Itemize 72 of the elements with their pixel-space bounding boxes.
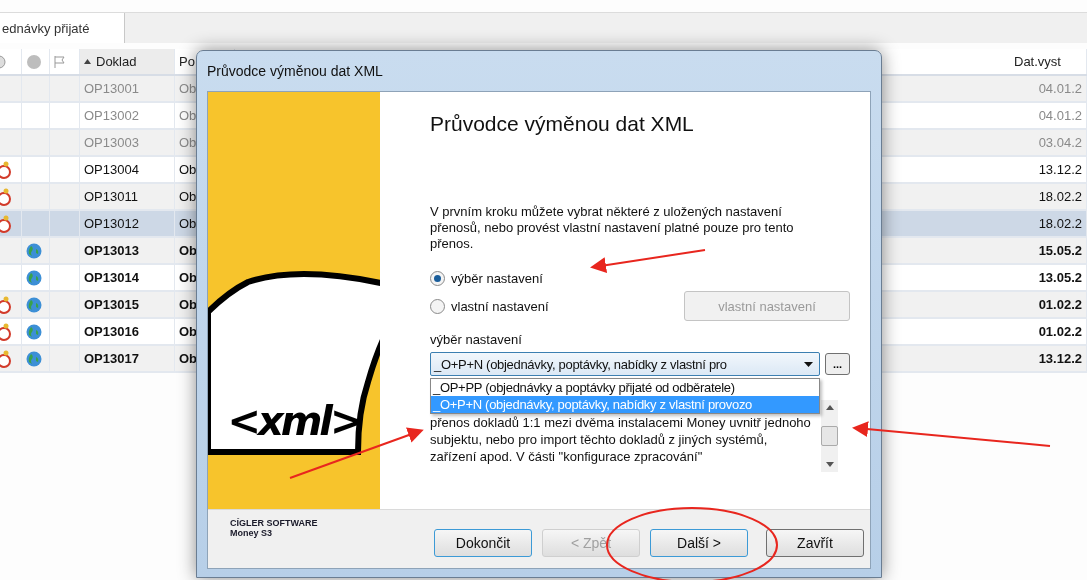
table-cell: 18.02.2 bbox=[1038, 216, 1082, 231]
scroll-down-icon[interactable] bbox=[825, 462, 834, 467]
vendor-name: CÍGLER SOFTWARE bbox=[230, 518, 319, 528]
table-cell: 13.05.2 bbox=[1038, 270, 1082, 285]
table-cell: 18.02.2 bbox=[1038, 189, 1082, 204]
table-cell: Ob bbox=[179, 108, 197, 123]
product-name: Money S3 bbox=[230, 528, 273, 538]
intro-text: V prvním kroku můžete vybrat některé z uložených nastavení přenosů, nebo provést vlastní nastavení platné pouze pro tento přenos. bbox=[430, 204, 795, 252]
table-cell: OP13014 bbox=[84, 270, 139, 285]
table-cell: 04.01.2 bbox=[1038, 108, 1082, 123]
table-cell: Ob bbox=[179, 81, 197, 96]
scroll-thumb[interactable] bbox=[821, 426, 838, 446]
table-cell: Ob bbox=[179, 270, 198, 285]
table-cell: 13.12.2 bbox=[1038, 162, 1082, 177]
sort-ascending-icon bbox=[84, 59, 91, 64]
table-cell: 01.02.2 bbox=[1038, 324, 1082, 339]
globe-icon bbox=[26, 269, 42, 286]
globe-icon bbox=[26, 350, 42, 367]
window-title: Průvodce výměnou dat XML bbox=[207, 63, 383, 79]
wizard-button[interactable]: Zavřít bbox=[766, 529, 864, 557]
radio-option[interactable]: vlastní nastavení bbox=[430, 298, 549, 314]
table-cell: Ob bbox=[179, 216, 197, 231]
table-cell: Ob bbox=[179, 189, 197, 204]
radio-button[interactable] bbox=[430, 298, 445, 314]
globe-icon bbox=[26, 296, 42, 313]
table-cell: Ob bbox=[179, 135, 197, 150]
table-cell: 03.04.2 bbox=[1038, 135, 1082, 150]
wizard-button[interactable]: Další > bbox=[650, 529, 748, 557]
column-header[interactable]: Doklad bbox=[80, 49, 174, 74]
scrollbar[interactable] bbox=[821, 400, 838, 472]
table-cell: Ob bbox=[179, 351, 198, 366]
column-header[interactable]: Po bbox=[179, 54, 195, 69]
alarm-clock-icon bbox=[0, 295, 12, 314]
dropdown-option[interactable]: _OP+PP (objednávky a poptávky přijaté od odběratele) bbox=[431, 379, 819, 396]
table-cell: 04.01.2 bbox=[1038, 81, 1082, 96]
wizard-button[interactable]: Dokončit bbox=[434, 529, 532, 557]
table-cell: Ob bbox=[179, 243, 198, 258]
settings-dropdown[interactable]: _O+P+N (objednávky, poptávky, nabídky z vlastní pro bbox=[430, 352, 820, 376]
table-cell: OP13013 bbox=[84, 243, 139, 258]
table-cell: OP13001 bbox=[84, 81, 139, 96]
table-cell: OP13011 bbox=[84, 189, 138, 204]
document-tab[interactable]: ednávky přijaté bbox=[0, 13, 125, 43]
table-cell: OP13017 bbox=[84, 351, 139, 366]
alarm-clock-icon bbox=[0, 187, 12, 206]
sphere-icon bbox=[26, 53, 42, 70]
field-label: výběr nastavení bbox=[430, 332, 523, 347]
caret-icon bbox=[804, 361, 813, 367]
radio-option[interactable]: výběr nastavení bbox=[430, 270, 543, 286]
globe-icon bbox=[26, 323, 42, 340]
table-cell: 15.05.2 bbox=[1038, 243, 1082, 258]
table-cell: Ob bbox=[179, 162, 197, 177]
alarm-clock-icon bbox=[0, 349, 12, 368]
logo-text: <xml> bbox=[227, 399, 361, 443]
table-cell: OP13003 bbox=[84, 135, 139, 150]
table-cell: Ob bbox=[179, 324, 198, 339]
table-cell: 01.02.2 bbox=[1038, 297, 1082, 312]
table-cell: OP13012 bbox=[84, 216, 139, 231]
table-cell: OP13015 bbox=[84, 297, 139, 312]
table-cell: OP13016 bbox=[84, 324, 139, 339]
column-header[interactable]: Dat.vyst bbox=[1010, 49, 1087, 74]
table-cell: 13.12.2 bbox=[1038, 351, 1082, 366]
table-cell: OP13002 bbox=[84, 108, 139, 123]
radio-button[interactable] bbox=[430, 270, 445, 286]
more-button[interactable]: ... bbox=[825, 353, 850, 375]
table-cell: OP13004 bbox=[84, 162, 139, 177]
alarm-clock-icon bbox=[0, 214, 12, 233]
globe-icon bbox=[26, 242, 42, 259]
description-text: přenos dokladů 1:1 mezi dvěma instalacemi Money uvnitř jednoho subjektu, nebo pro import těchto dokladů z jiných systémů, zařízení apod. V části "konfigurace zpracování" bbox=[430, 414, 812, 466]
wizard-heading: Průvodce výměnou dat XML bbox=[430, 112, 695, 136]
table-cell: Ob bbox=[179, 297, 198, 312]
flag-icon bbox=[54, 54, 66, 69]
scroll-up-icon[interactable] bbox=[825, 405, 834, 410]
